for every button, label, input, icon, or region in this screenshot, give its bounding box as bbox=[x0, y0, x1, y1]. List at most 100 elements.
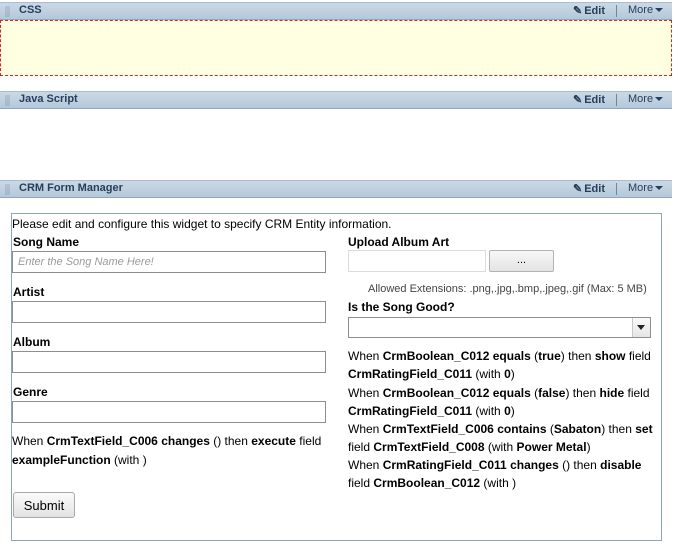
submit-button[interactable]: Submit bbox=[13, 492, 75, 518]
js-edit-label: Edit bbox=[584, 94, 605, 106]
caret-down-icon bbox=[655, 8, 664, 13]
css-more-menu[interactable]: More bbox=[628, 4, 664, 16]
rule-keyword: CrmRatingField_C011 bbox=[348, 404, 473, 418]
drag-handle-icon[interactable] bbox=[5, 6, 10, 17]
song-name-input[interactable] bbox=[12, 251, 326, 273]
rule-keyword: 0 bbox=[504, 404, 511, 418]
right-rule-line: field CrmBoolean_C012 (with ) bbox=[348, 476, 516, 490]
left-rule-line-2: exampleFunction (with ) bbox=[12, 453, 147, 467]
album-input[interactable] bbox=[12, 351, 326, 373]
rule-text: () then bbox=[209, 434, 252, 448]
rule-text: When bbox=[12, 434, 47, 448]
rule-text: ( bbox=[530, 386, 539, 400]
css-edit-label: Edit bbox=[584, 5, 605, 17]
crm-more-menu[interactable]: More bbox=[628, 182, 664, 194]
right-rule-line: When CrmRatingField_C011 changes () then… bbox=[348, 458, 641, 472]
pencil-icon: ✎ bbox=[573, 183, 583, 195]
rule-keyword: CrmTextField_C006 bbox=[46, 434, 158, 448]
rule-keyword: CrmBoolean_C012 bbox=[373, 476, 481, 490]
rule-text: ) bbox=[510, 404, 515, 418]
rule-text: ( bbox=[530, 349, 539, 363]
rule-keyword: set bbox=[635, 422, 653, 436]
chevron-down-icon bbox=[637, 325, 645, 330]
allowed-extensions-text: Allowed Extensions: .png,.jpg,.bmp,.jpeg… bbox=[368, 283, 647, 295]
rule-text: field bbox=[295, 434, 322, 448]
right-rule-line: When CrmBoolean_C012 equals (true) then … bbox=[348, 349, 651, 363]
song-good-label: Is the Song Good? bbox=[348, 300, 455, 314]
rule-text: (with bbox=[484, 440, 517, 454]
rule-keyword: changes bbox=[510, 458, 559, 472]
drag-handle-icon[interactable] bbox=[5, 95, 10, 106]
rule-keyword: CrmRatingField_C011 bbox=[382, 458, 507, 472]
rule-keyword: CrmBoolean_C012 bbox=[382, 349, 490, 363]
crm-more-label: More bbox=[628, 182, 654, 194]
rule-keyword: CrmBoolean_C012 bbox=[382, 386, 490, 400]
divider bbox=[616, 5, 617, 17]
rule-keyword: false bbox=[538, 386, 566, 400]
rule-keyword: equals bbox=[492, 386, 531, 400]
song-name-label: Song Name bbox=[13, 235, 80, 249]
rule-text: ( bbox=[546, 422, 554, 436]
css-widget-header: CSS ✎ Edit More bbox=[0, 2, 672, 20]
rule-keyword: true bbox=[538, 349, 561, 363]
rule-text: When bbox=[348, 386, 383, 400]
rule-keyword: Power Metal bbox=[516, 440, 587, 454]
crm-edit-label: Edit bbox=[584, 183, 605, 195]
right-rule-line: When CrmBoolean_C012 equals (false) then… bbox=[348, 386, 650, 400]
left-rule-line-1: When CrmTextField_C006 changes () then e… bbox=[12, 434, 321, 448]
browse-button[interactable]: ... bbox=[489, 250, 554, 272]
rule-text: ) then bbox=[601, 422, 636, 436]
js-widget-header: Java Script ✎ Edit More bbox=[0, 91, 672, 109]
rule-keyword: contains bbox=[497, 422, 547, 436]
rule-text: When bbox=[348, 458, 383, 472]
rule-text: (with ) bbox=[110, 453, 147, 467]
js-more-menu[interactable]: More bbox=[628, 93, 664, 105]
pencil-icon: ✎ bbox=[573, 94, 583, 106]
divider bbox=[616, 183, 617, 195]
crm-widget-title: CRM Form Manager bbox=[19, 182, 123, 194]
caret-down-icon bbox=[655, 186, 664, 191]
right-rule-line: CrmRatingField_C011 (with 0) bbox=[348, 367, 515, 381]
form-intro: Please edit and configure this widget to… bbox=[12, 217, 392, 231]
crm-widget-header: CRM Form Manager ✎ Edit More bbox=[0, 180, 672, 198]
rule-keyword: execute bbox=[251, 434, 296, 448]
dropdown-arrow[interactable] bbox=[632, 318, 650, 337]
rule-text: When bbox=[348, 422, 383, 436]
artist-input[interactable] bbox=[12, 301, 326, 323]
genre-label: Genre bbox=[13, 385, 48, 399]
file-path-field[interactable] bbox=[348, 250, 486, 272]
rule-text: ) then bbox=[565, 386, 600, 400]
rule-keyword: hide bbox=[599, 386, 625, 400]
right-rule-line: When CrmTextField_C006 contains (Sabaton… bbox=[348, 422, 653, 436]
right-rule-line: CrmRatingField_C011 (with 0) bbox=[348, 404, 515, 418]
rule-text: field bbox=[348, 440, 374, 454]
rule-keyword: show bbox=[594, 349, 626, 363]
rule-keyword: disable bbox=[600, 458, 642, 472]
rule-keyword: Sabaton bbox=[553, 422, 602, 436]
rule-keyword: exampleFunction bbox=[12, 453, 111, 467]
rule-text: field bbox=[624, 386, 650, 400]
artist-label: Artist bbox=[13, 285, 45, 299]
css-edit-button[interactable]: ✎ Edit bbox=[573, 4, 605, 17]
rule-text: (with bbox=[472, 367, 505, 381]
upload-label: Upload Album Art bbox=[348, 235, 450, 249]
rule-text: When bbox=[348, 349, 383, 363]
rule-keyword: CrmRatingField_C011 bbox=[348, 367, 473, 381]
css-widget-content[interactable] bbox=[0, 20, 672, 76]
js-edit-button[interactable]: ✎ Edit bbox=[573, 93, 605, 106]
genre-input[interactable] bbox=[12, 401, 326, 423]
rule-text: (with ) bbox=[480, 476, 517, 490]
js-more-label: More bbox=[628, 93, 654, 105]
drag-handle-icon[interactable] bbox=[5, 184, 10, 195]
css-widget-title: CSS bbox=[19, 4, 42, 16]
rule-keyword: 0 bbox=[504, 367, 511, 381]
song-good-select[interactable] bbox=[348, 317, 651, 338]
crm-edit-button[interactable]: ✎ Edit bbox=[573, 182, 605, 195]
caret-down-icon bbox=[655, 97, 664, 102]
album-label: Album bbox=[13, 335, 51, 349]
right-rule-line: field CrmTextField_C008 (with Power Meta… bbox=[348, 440, 591, 454]
rule-keyword: equals bbox=[492, 349, 531, 363]
rule-text: ) bbox=[586, 440, 591, 454]
css-more-label: More bbox=[628, 4, 654, 16]
rule-text: field bbox=[348, 476, 374, 490]
